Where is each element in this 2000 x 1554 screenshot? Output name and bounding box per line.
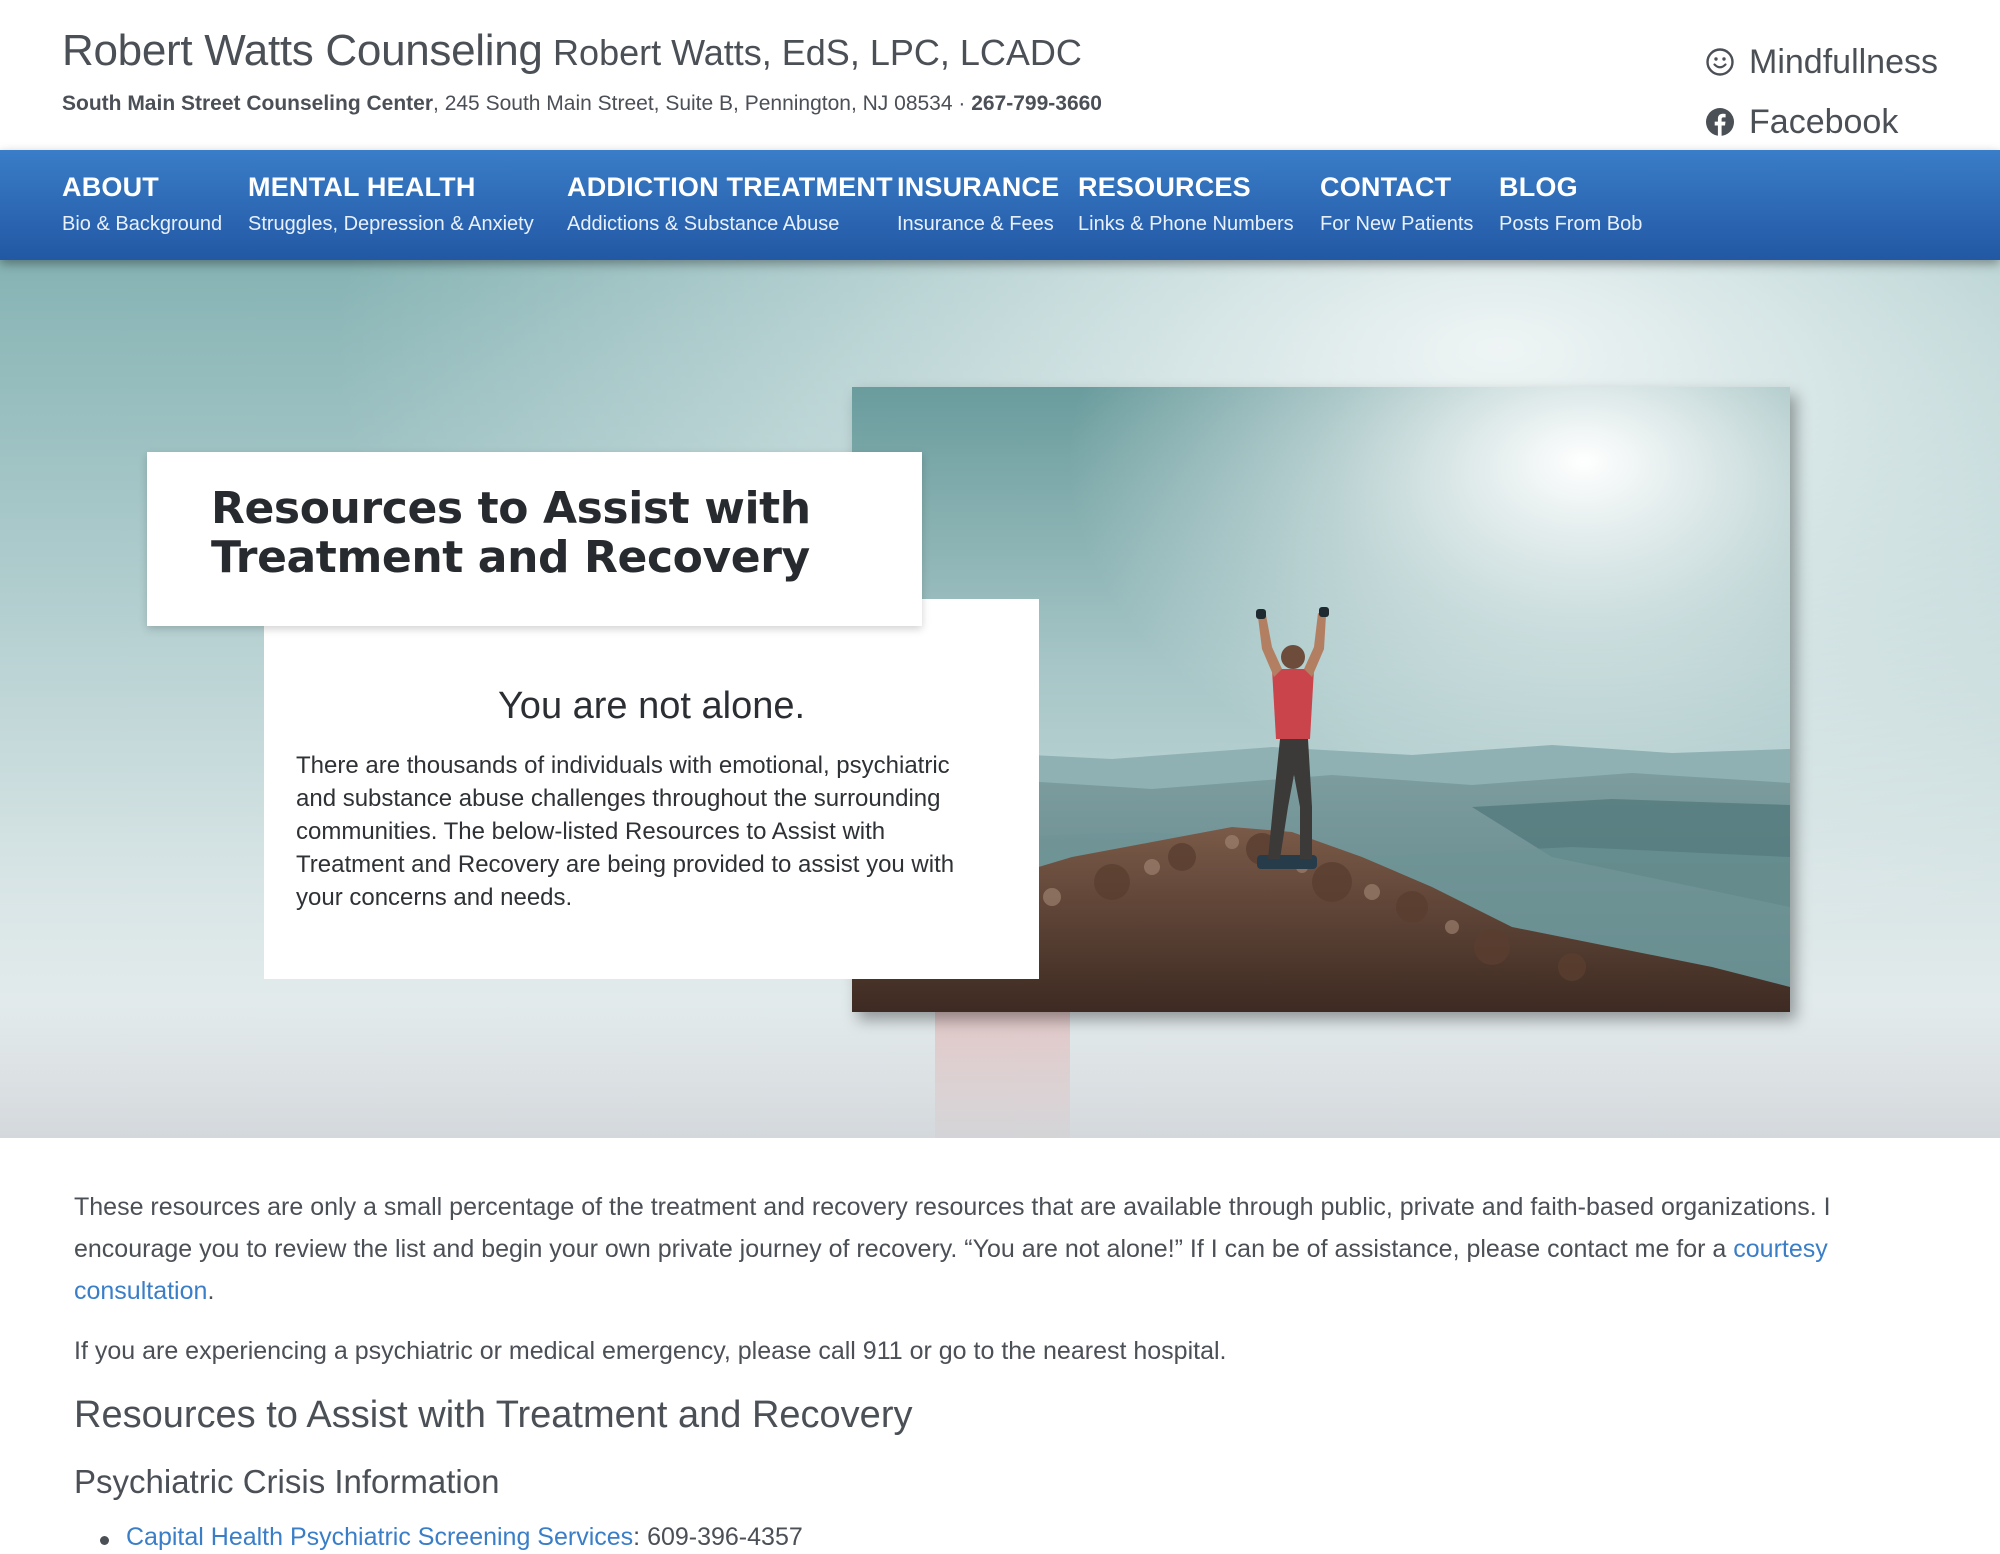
intro-end: . [207,1277,215,1305]
nav-title: MENTAL HEALTH [248,172,476,202]
nav-subtitle: Insurance & Fees [897,213,1054,235]
hero-title-card: Resources to Assist with Treatment and R… [147,452,922,626]
nav-title: INSURANCE [897,172,1060,202]
list-item: Capital Health Psychiatric Screening Ser… [74,1523,1934,1552]
mindfullness-link[interactable]: Mindfullness [1705,32,1938,92]
emergency-paragraph: If you are experiencing a psychiatric or… [74,1337,1227,1365]
nav-item-mental-health[interactable]: MENTAL HEALTH Struggles, Depression & An… [248,172,534,236]
resource-link[interactable]: Capital Health Psychiatric Screening Ser… [126,1523,633,1551]
nav-item-blog[interactable]: BLOG Posts From Bob [1499,172,1642,236]
nav-item-insurance[interactable]: INSURANCE Insurance & Fees [897,172,1059,236]
hero-title: Resources to Assist with Treatment and R… [211,483,811,583]
nav-item-resources[interactable]: RESOURCES Links & Phone Numbers [1078,172,1294,236]
hero-body: There are thousands of individuals with … [296,752,955,911]
hero-intro-card: You are not alone. There are thousands o… [264,599,1039,979]
nav-title: RESOURCES [1078,172,1251,202]
main-nav: ABOUT Bio & Background MENTAL HEALTH Str… [0,150,2000,260]
header-links: Mindfullness Facebook [1705,32,1938,152]
phone-number[interactable]: 267-799-3660 [971,92,1102,115]
nav-title: ADDICTION TREATMENT [567,172,893,202]
practitioner-credentials: Robert Watts, EdS, LPC, LCADC [553,32,1082,73]
nav-subtitle: For New Patients [1320,213,1474,235]
hero-section: Resources to Assist with Treatment and R… [0,260,2000,1138]
hero-subtitle: You are not alone. [497,685,806,727]
nav-item-about[interactable]: ABOUT Bio & Background [62,172,222,236]
address-text: , 245 South Main Street, Suite B, Pennin… [433,92,972,115]
nav-subtitle: Struggles, Depression & Anxiety [248,213,534,235]
facebook-label: Facebook [1749,102,1899,141]
facebook-icon [1706,108,1735,136]
main-content: These resources are only a small percent… [74,1186,1934,1552]
mindfullness-label: Mindfullness [1749,42,1938,81]
nav-title: CONTACT [1320,172,1452,202]
facebook-link[interactable]: Facebook [1705,92,1938,152]
intro-paragraph: These resources are only a small percent… [74,1186,1934,1312]
nav-item-addiction-treatment[interactable]: ADDICTION TREATMENT Addictions & Substan… [567,172,893,236]
subsection-heading: Psychiatric Crisis Information [74,1463,500,1500]
practice-name[interactable]: Robert Watts Counseling [62,26,543,75]
nav-subtitle: Bio & Background [62,213,223,235]
resource-list: Capital Health Psychiatric Screening Ser… [74,1523,1934,1552]
brand-line: Robert Watts Counseling Robert Watts, Ed… [62,26,1082,76]
nav-item-contact[interactable]: CONTACT For New Patients [1320,172,1473,236]
address-line: South Main Street Counseling Center, 245… [62,92,1102,116]
smiley-icon [1706,48,1734,76]
resource-phone: : 609-396-4357 [633,1523,803,1551]
nav-subtitle: Addictions & Substance Abuse [567,213,840,235]
intro-text: These resources are only a small percent… [74,1193,1831,1263]
hero-background-figure [935,1005,1070,1138]
nav-title: BLOG [1499,172,1578,202]
nav-subtitle: Posts From Bob [1499,213,1643,235]
nav-subtitle: Links & Phone Numbers [1078,213,1294,235]
section-heading: Resources to Assist with Treatment and R… [74,1394,913,1436]
nav-title: ABOUT [62,172,159,202]
site-header: Robert Watts Counseling Robert Watts, Ed… [0,0,2000,150]
center-name: South Main Street Counseling Center [62,92,434,115]
